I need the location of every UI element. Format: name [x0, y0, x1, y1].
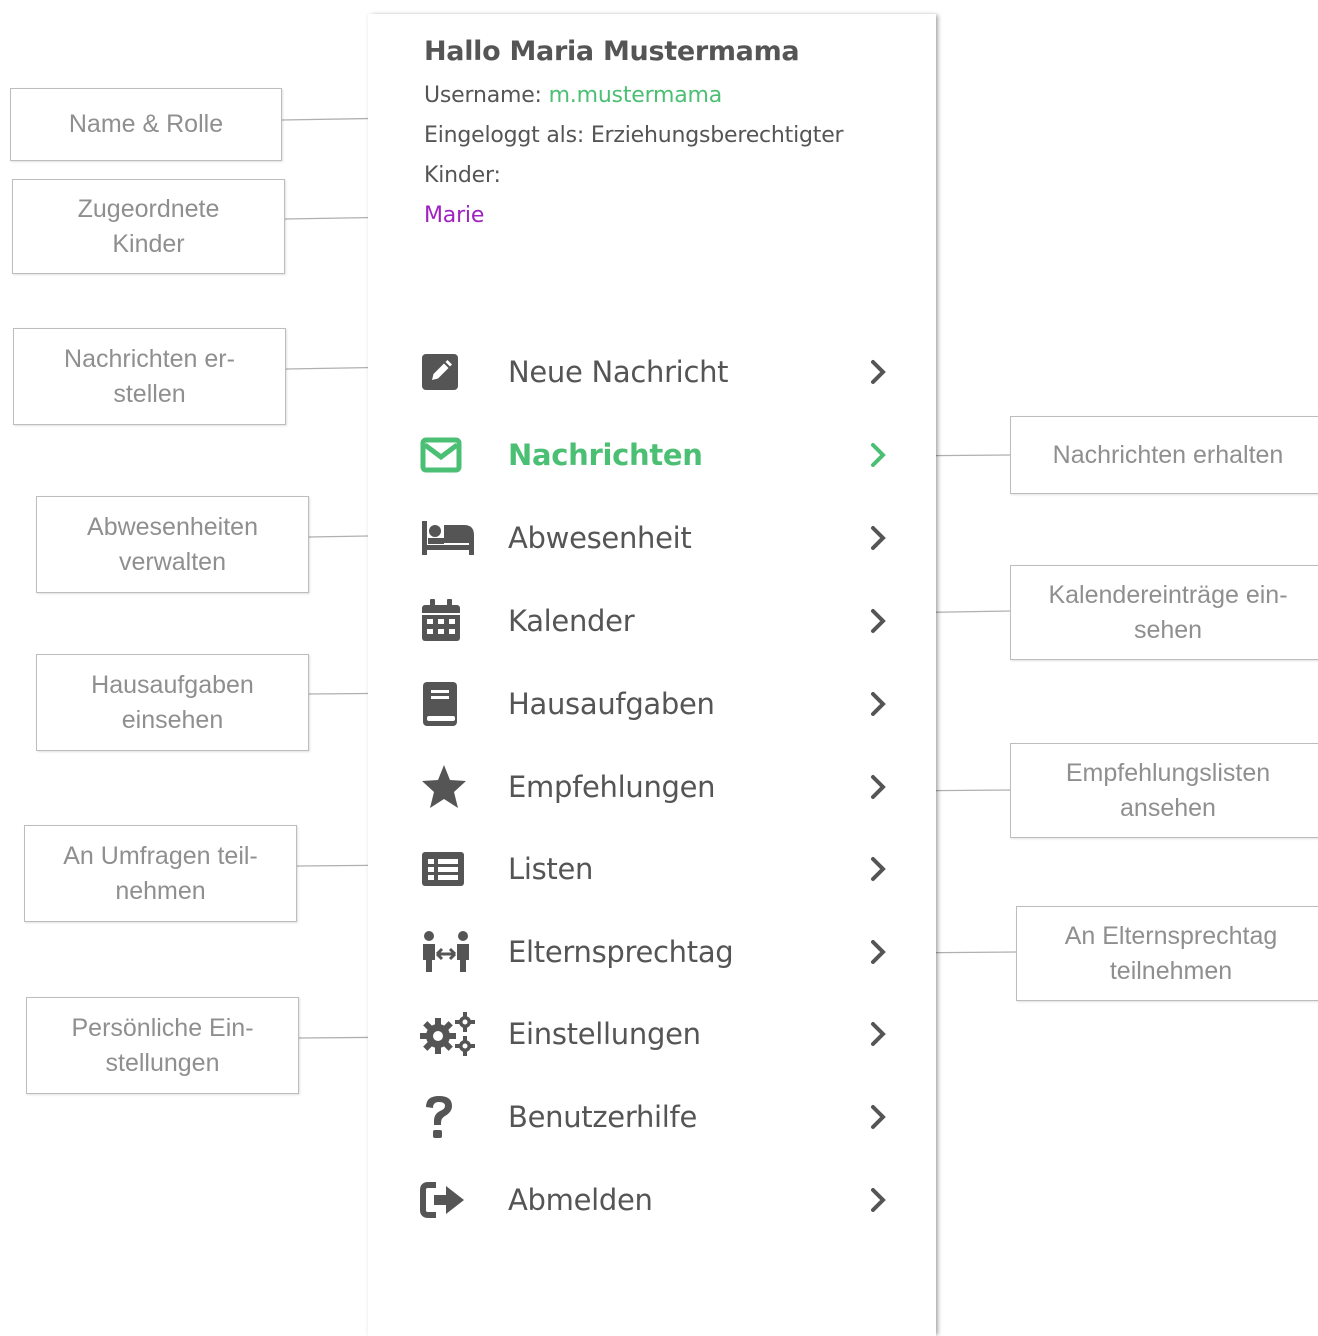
greeting-heading: Hallo Maria Mustermama — [424, 36, 800, 67]
menu-item-label: Empfehlungen — [508, 770, 716, 804]
username-line: Username: m.mustermama — [424, 83, 722, 108]
callout-kalender: Kalendereinträge ein- sehen — [1010, 565, 1318, 660]
role-line: Eingeloggt als: Erziehungsberechtigter — [424, 123, 844, 148]
menu-item-label: Benutzerhilfe — [508, 1100, 697, 1134]
chevron-right-icon — [868, 938, 888, 966]
list-icon — [420, 845, 476, 893]
chevron-right-icon — [868, 358, 888, 386]
children-label: Kinder: — [424, 163, 501, 188]
callout-zugeordnete-kinder: Zugeordnete Kinder — [12, 179, 285, 274]
question-icon — [420, 1093, 476, 1141]
menu-item-neue-nachricht[interactable]: Neue Nachricht — [420, 340, 892, 404]
menu-item-abwesenheit[interactable]: Abwesenheit — [420, 506, 892, 570]
menu-item-label: Nachrichten — [508, 438, 703, 472]
menu-item-label: Elternsprechtag — [508, 935, 734, 969]
menu-item-listen[interactable]: Listen — [420, 837, 892, 901]
chevron-right-icon — [868, 1020, 888, 1048]
calendar-icon — [420, 597, 476, 645]
menu-item-einstellungen[interactable]: Einstellungen — [420, 1002, 892, 1066]
cogs-icon — [420, 1010, 476, 1058]
menu-item-elternsprechtag[interactable]: Elternsprechtag — [420, 920, 892, 984]
chevron-right-icon — [868, 773, 888, 801]
bed-icon — [420, 514, 476, 562]
menu-item-label: Hausaufgaben — [508, 687, 715, 721]
callout-elternsprechtag: An Elternsprechtag teilnehmen — [1016, 906, 1318, 1001]
chevron-right-icon — [868, 1186, 888, 1214]
callout-abwesenheiten: Abwesenheiten verwalten — [36, 496, 309, 593]
edit-icon — [420, 348, 476, 396]
chevron-right-icon — [868, 855, 888, 883]
menu-item-benutzerhilfe[interactable]: Benutzerhilfe — [420, 1085, 892, 1149]
child-link-marie[interactable]: Marie — [424, 203, 484, 228]
chevron-right-icon — [868, 690, 888, 718]
chevron-right-icon — [868, 441, 888, 469]
menu-item-label: Neue Nachricht — [508, 355, 729, 389]
people-arrows-icon — [420, 928, 476, 976]
menu-item-label: Einstellungen — [508, 1017, 701, 1051]
callout-hausaufgaben: Hausaufgaben einsehen — [36, 654, 309, 751]
callout-nachrichten-erhalten: Nachrichten erhalten — [1010, 416, 1318, 494]
callout-einstellungen: Persönliche Ein- stellungen — [26, 997, 299, 1094]
menu-item-label: Abwesenheit — [508, 521, 692, 555]
chevron-right-icon — [868, 524, 888, 552]
menu-item-label: Kalender — [508, 604, 635, 638]
book-icon — [420, 680, 476, 728]
envelope-icon — [420, 431, 476, 479]
sign-out-icon — [420, 1176, 476, 1224]
callout-nachrichten-erstellen: Nachrichten er- stellen — [13, 328, 286, 425]
star-icon — [420, 763, 476, 811]
menu-item-label: Listen — [508, 852, 594, 886]
menu-item-abmelden[interactable]: Abmelden — [420, 1168, 892, 1232]
callout-empfehlungen: Empfehlungslisten ansehen — [1010, 743, 1318, 838]
menu-item-hausaufgaben[interactable]: Hausaufgaben — [420, 672, 892, 736]
username-value: m.mustermama — [548, 83, 723, 108]
menu-item-label: Abmelden — [508, 1183, 653, 1217]
username-label: Username: — [424, 83, 549, 108]
menu-item-empfehlungen[interactable]: Empfehlungen — [420, 755, 892, 819]
callout-name-rolle: Name & Rolle — [10, 88, 282, 161]
callout-umfragen: An Umfragen teil- nehmen — [24, 825, 297, 922]
menu-item-kalender[interactable]: Kalender — [420, 589, 892, 653]
menu-item-nachrichten[interactable]: Nachrichten — [420, 423, 892, 487]
chevron-right-icon — [868, 1103, 888, 1131]
chevron-right-icon — [868, 607, 888, 635]
